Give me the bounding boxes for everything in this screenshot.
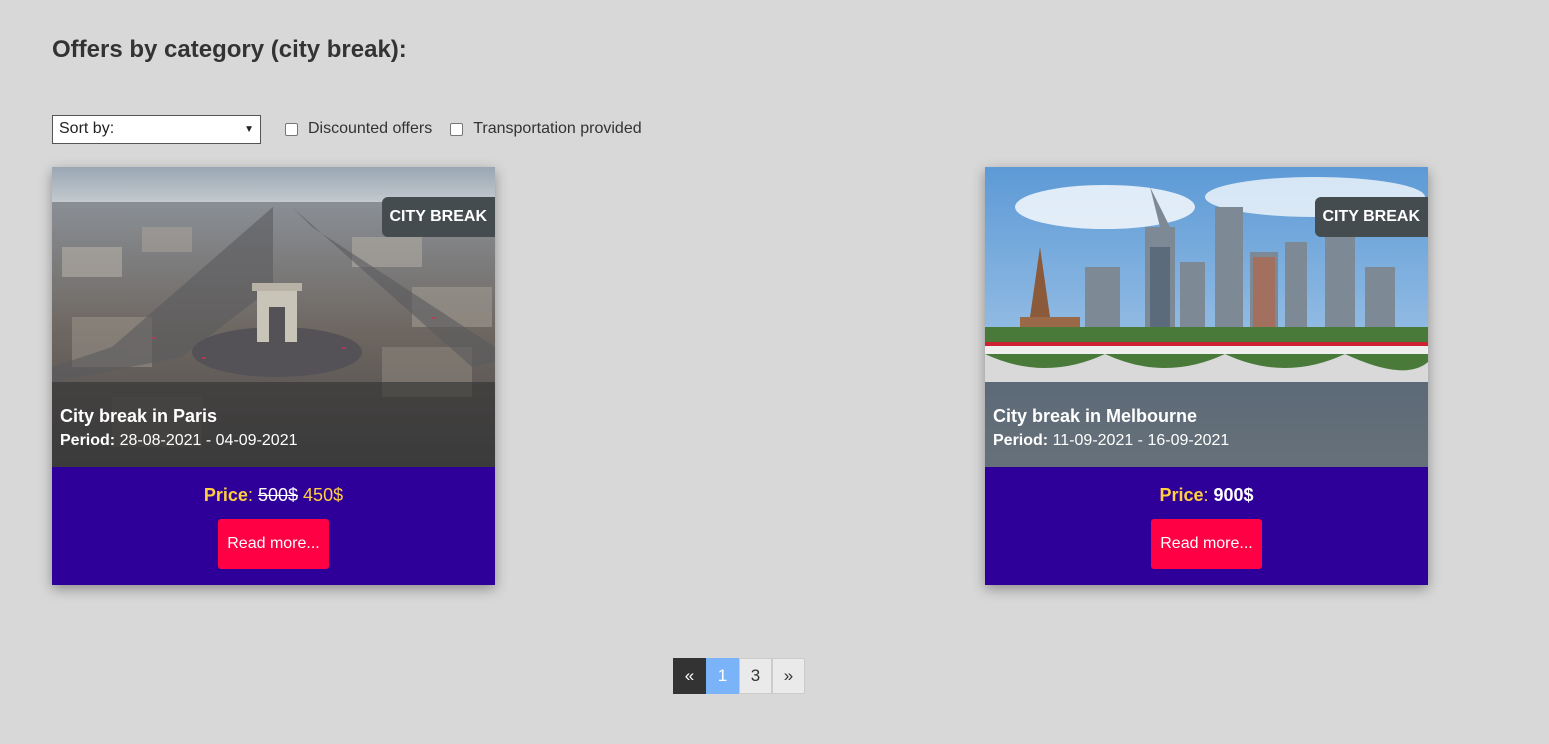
period-dates: 28-08-2021 - 04-09-2021 xyxy=(119,432,298,449)
price-separator: : xyxy=(247,485,253,505)
period-label: Period: xyxy=(993,432,1049,449)
page-title: Offers by category (city break): xyxy=(52,36,407,63)
transportation-checkbox[interactable] xyxy=(450,122,464,136)
discounted-offers-filter[interactable]: Discounted offers xyxy=(285,120,432,138)
transportation-filter[interactable]: Transportation provided xyxy=(450,120,642,138)
read-more-button[interactable]: Read more... xyxy=(218,519,329,569)
offer-card-melbourne: CITY BREAK City break in Melbourne Perio… xyxy=(985,167,1428,585)
period-label: Period: xyxy=(60,432,116,449)
offer-card-paris: CITY BREAK City break in Paris Period: 2… xyxy=(52,167,495,585)
new-price: 450$ xyxy=(303,485,344,505)
read-more-button[interactable]: Read more... xyxy=(1151,519,1262,569)
discounted-offers-checkbox[interactable] xyxy=(285,122,298,136)
pagination-prev[interactable]: « xyxy=(673,658,706,694)
card-title: City break in Melbourne xyxy=(993,406,1198,426)
price-label: Price xyxy=(203,485,248,505)
price-label: Price xyxy=(1159,485,1204,505)
pagination: « 1 3 » xyxy=(673,658,805,694)
sort-select[interactable]: Sort by: ▼ xyxy=(52,114,261,144)
chevron-down-icon: ▼ xyxy=(244,123,254,135)
filter-toolbar: Sort by: ▼ Discounted offers Transportat… xyxy=(52,114,642,144)
pagination-page-3[interactable]: 3 xyxy=(739,658,772,694)
category-badge: CITY BREAK xyxy=(381,197,495,237)
pagination-next[interactable]: » xyxy=(772,658,805,694)
card-caption: City break in Melbourne Period: 11-09-20… xyxy=(985,382,1428,467)
category-badge: CITY BREAK xyxy=(1314,197,1428,237)
price-row: Price: 900$ xyxy=(985,485,1428,506)
transportation-label: Transportation provided xyxy=(473,120,642,137)
price-value: 900$ xyxy=(1213,485,1254,505)
discounted-offers-label: Discounted offers xyxy=(308,120,433,137)
card-title: City break in Paris xyxy=(60,406,218,426)
card-period: Period: 11-09-2021 - 16-09-2021 xyxy=(993,431,1420,451)
card-period: Period: 28-08-2021 - 04-09-2021 xyxy=(60,431,487,451)
old-price: 500$ xyxy=(257,485,299,505)
period-dates: 11-09-2021 - 16-09-2021 xyxy=(1052,432,1230,449)
sort-select-label: Sort by: xyxy=(59,120,115,137)
price-separator: : xyxy=(1203,485,1209,505)
price-row: Price: 500$ 450$ xyxy=(52,485,495,506)
card-caption: City break in Paris Period: 28-08-2021 -… xyxy=(52,382,495,467)
pagination-page-1[interactable]: 1 xyxy=(706,658,739,694)
